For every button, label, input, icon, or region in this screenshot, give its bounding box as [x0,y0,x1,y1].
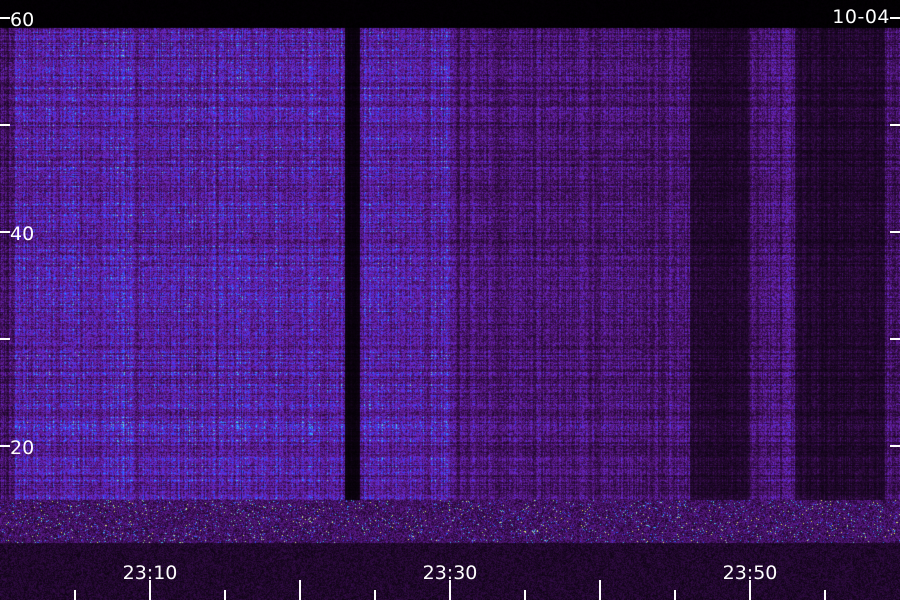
x-tick-label: 23:50 [723,562,778,584]
y-tick-label: 40 [10,223,34,245]
y-tick-label: 60 [10,9,34,31]
x-tick-label: 23:10 [123,562,178,584]
y-tick-label: 20 [10,437,34,459]
axes-overlay: 20 40 60 23:10 23:30 23:50 [0,9,900,600]
date-label: 10-04 [832,6,890,28]
x-tick-label: 23:30 [423,562,478,584]
